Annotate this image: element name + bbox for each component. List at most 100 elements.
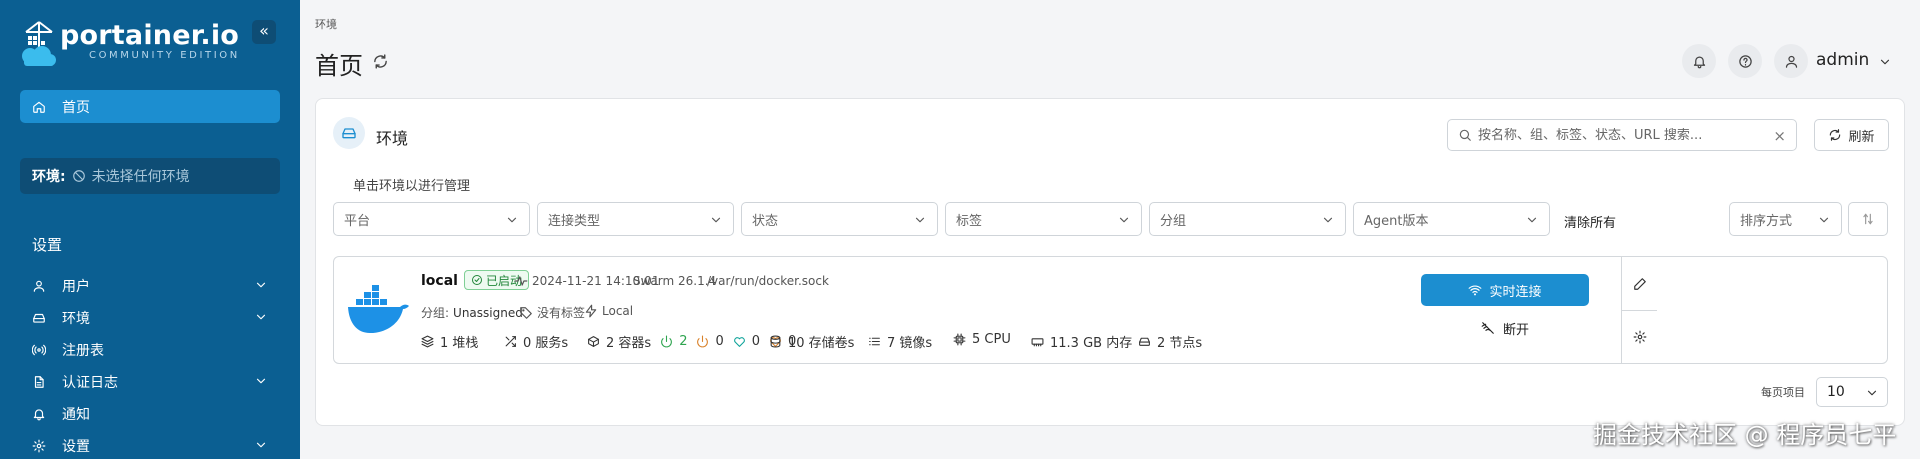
user-name[interactable]: admin — [1816, 50, 1869, 70]
sort-label: 排序方式 — [1740, 213, 1793, 229]
nodes-count: 2 节点s — [1157, 336, 1203, 351]
refresh-icon[interactable] — [372, 53, 389, 70]
notifications-button[interactable] — [1682, 44, 1716, 78]
healthy-count: 0 — [751, 334, 761, 349]
sidebar-item-notifications[interactable]: 通知 — [20, 398, 280, 430]
drive-icon — [32, 311, 46, 325]
tags-text: 没有标签 — [537, 306, 586, 320]
sidebar-item-label: 用户 — [62, 279, 90, 295]
filter-label: 平台 — [344, 213, 371, 229]
chevron-down-icon — [709, 213, 723, 227]
ban-icon — [72, 169, 86, 183]
agent-version-filter[interactable]: Agent版本 — [1353, 202, 1550, 236]
tag-icon — [519, 306, 533, 320]
images-stat: 7 镜像s — [868, 332, 932, 351]
environment-settings-button[interactable] — [1622, 310, 1657, 363]
group-label: 分组: — [421, 306, 450, 320]
clear-search-icon[interactable]: × — [1773, 127, 1786, 145]
sidebar-item-label: 通知 — [62, 407, 90, 423]
tags-filter[interactable]: 标签 — [945, 202, 1142, 236]
sidebar-item-registries[interactable]: 注册表 — [20, 334, 280, 366]
live-connect-button[interactable]: 实时连接 — [1421, 274, 1589, 306]
chevron-down-icon[interactable] — [254, 310, 268, 324]
chevron-down-icon — [1321, 213, 1335, 227]
file-icon — [32, 375, 46, 389]
volumes-count: 10 存储卷s — [788, 336, 855, 351]
user-menu-button[interactable] — [1774, 44, 1808, 78]
chevron-down-icon[interactable] — [1878, 55, 1892, 69]
live-connect-label: 实时连接 — [1489, 284, 1542, 300]
status-filter[interactable]: 状态 — [741, 202, 938, 236]
chevron-down-icon[interactable] — [254, 278, 268, 292]
home-icon — [32, 100, 46, 114]
refresh-label: 刷新 — [1848, 129, 1875, 145]
environment-name: local — [421, 273, 458, 289]
wifi-icon — [1468, 283, 1482, 297]
chevron-down-icon — [913, 213, 927, 227]
environment-type: Local — [584, 304, 633, 318]
clear-all-button[interactable]: 清除所有 — [1564, 212, 1616, 231]
sidebar: portainer.io COMMUNITY EDITION « 首页 环境: … — [0, 0, 300, 459]
sort-by-select[interactable]: 排序方式 — [1729, 202, 1842, 236]
portainer-logo[interactable]: portainer.io COMMUNITY EDITION — [20, 20, 260, 70]
bell-icon — [32, 407, 46, 421]
help-button[interactable] — [1728, 44, 1762, 78]
sidebar-item-label: 设置 — [62, 439, 90, 455]
type-text: Local — [602, 304, 634, 318]
refresh-button[interactable]: 刷新 — [1814, 119, 1889, 151]
disconnect-label: 断开 — [1502, 322, 1529, 338]
chevron-down-icon[interactable] — [254, 438, 268, 452]
filter-label: 状态 — [752, 213, 779, 229]
breadcrumb[interactable]: 环境 — [315, 16, 337, 32]
sidebar-item-label: 环境 — [62, 311, 90, 327]
memory-stat: 11.3 GB 内存 — [1031, 332, 1132, 351]
sidebar-item-settings[interactable]: 设置 — [20, 430, 280, 459]
swarm-version: Swarm 26.1.4 — [633, 274, 717, 288]
per-page-select[interactable]: 10 — [1816, 377, 1888, 407]
sidebar-item-label: 注册表 — [62, 343, 104, 359]
drive-icon — [1138, 335, 1152, 349]
cpu-stat: 5 CPU — [953, 332, 1011, 347]
sidebar-item-environments[interactable]: 环境 — [20, 302, 280, 334]
memory-amount: 11.3 GB 内存 — [1050, 336, 1133, 351]
disconnect-button[interactable]: 断开 — [1421, 314, 1589, 342]
filter-label: Agent版本 — [1364, 213, 1429, 229]
docker-socket: /var/run/docker.sock — [707, 274, 829, 288]
sort-direction-button[interactable] — [1848, 202, 1888, 236]
filter-label: 标签 — [956, 213, 983, 229]
group-value: Unassigned — [453, 305, 523, 320]
tags-info: 没有标签 — [519, 304, 585, 321]
filter-label: 分组 — [1160, 213, 1187, 229]
search-field[interactable]: × — [1447, 119, 1797, 151]
environment-selector[interactable]: 环境: 未选择任何环境 — [20, 158, 280, 194]
search-input[interactable] — [1478, 127, 1774, 143]
sidebar-item-label: 首页 — [62, 99, 90, 116]
check-circle-icon — [471, 274, 483, 286]
group-info: 分组: Unassigned — [421, 304, 523, 321]
environment-card[interactable]: local 已启动 2024-11-21 14:10:01 Swarm 26.1… — [333, 256, 1888, 364]
sidebar-item-users[interactable]: 用户 — [20, 270, 280, 302]
heart-icon — [733, 335, 747, 349]
running-count: 2 — [679, 334, 688, 349]
environments-panel: 环境 × 刷新 单击环境以进行管理 平台 连接类型 状态 标签 分组 Agent… — [315, 98, 1905, 426]
collapse-sidebar-button[interactable]: « — [252, 20, 276, 44]
chevron-down-icon — [1525, 213, 1539, 227]
chevron-down-icon — [1865, 386, 1879, 400]
chevron-down-icon[interactable] — [254, 374, 268, 388]
portainer-logo-icon — [22, 21, 56, 66]
containers-count: 2 容器s — [606, 336, 652, 351]
chevron-down-icon — [1817, 213, 1831, 227]
settings-heading: 设置 — [32, 236, 63, 254]
group-filter[interactable]: 分组 — [1149, 202, 1346, 236]
logo-name: portainer.io — [60, 20, 240, 51]
sidebar-item-auth-logs[interactable]: 认证日志 — [20, 366, 280, 398]
cpu-icon — [953, 333, 967, 347]
images-count: 7 镜像s — [887, 336, 933, 351]
edit-environment-button[interactable] — [1622, 257, 1657, 310]
user-icon — [1784, 54, 1799, 69]
platform-filter[interactable]: 平台 — [333, 202, 530, 236]
power-icon — [660, 335, 674, 349]
sidebar-item-home[interactable]: 首页 — [20, 90, 280, 123]
drive-icon — [333, 117, 365, 149]
connection-type-filter[interactable]: 连接类型 — [537, 202, 734, 236]
